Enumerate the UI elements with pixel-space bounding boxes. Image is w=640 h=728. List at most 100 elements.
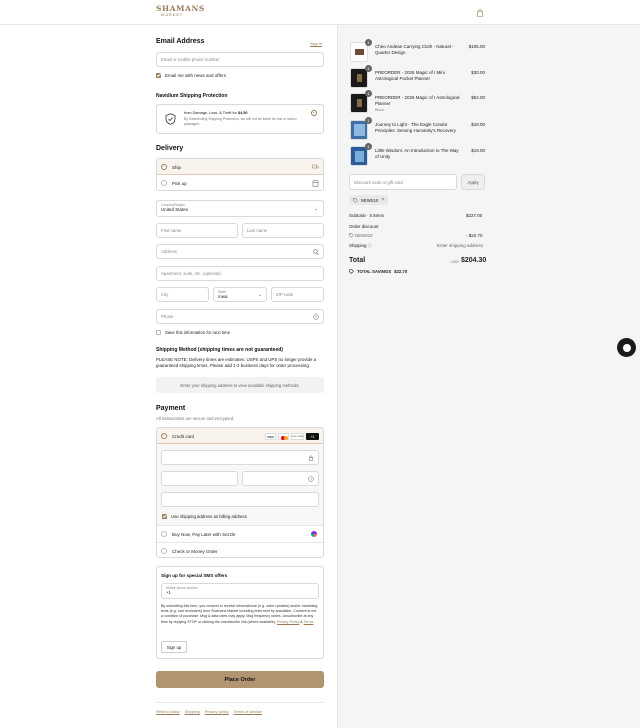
pickup-radio[interactable] bbox=[161, 180, 167, 186]
check-radio[interactable] bbox=[161, 548, 167, 554]
help-icon[interactable]: ⓘ bbox=[368, 243, 372, 248]
sms-signup-button[interactable]: Sign up bbox=[161, 641, 187, 653]
ship-option[interactable]: Ship bbox=[157, 159, 323, 175]
remove-discount-icon[interactable]: × bbox=[381, 197, 384, 203]
terms-of-service-link[interactable]: Terms of service bbox=[234, 709, 262, 714]
expiration-field[interactable] bbox=[161, 471, 238, 486]
state-value: Iowa bbox=[218, 294, 228, 299]
order-discount-label: Order discount bbox=[349, 224, 379, 229]
applied-code: NEWS10 bbox=[361, 197, 379, 203]
product-image bbox=[355, 151, 364, 162]
billing-checkbox[interactable] bbox=[162, 514, 167, 519]
terms-link[interactable]: Terms bbox=[304, 620, 314, 624]
cart-item: 1 Little Wisdom: An Introduction to The … bbox=[350, 143, 485, 168]
cart-item: 1 PREORDER - 2026 Magic of I Mini Astrol… bbox=[350, 65, 485, 90]
shamans-market-logo[interactable]: SHAMANS MARKET bbox=[156, 5, 204, 17]
item-price: $19.00 bbox=[471, 148, 485, 153]
discount-code-input[interactable]: Discount code or gift card bbox=[349, 174, 457, 190]
store-icon bbox=[312, 180, 319, 187]
sms-consent: By submitting this form, you consent to … bbox=[161, 604, 319, 625]
chat-widget-icon[interactable] bbox=[617, 338, 636, 357]
refund-policy-link[interactable]: Refund policy bbox=[156, 709, 180, 714]
city-placeholder: City bbox=[161, 292, 169, 297]
phone-placeholder: Phone bbox=[161, 314, 174, 319]
logo-subtext: MARKET bbox=[160, 12, 184, 17]
shipping-method-title: Shipping Method (shipping times are not … bbox=[156, 347, 283, 353]
product-image bbox=[354, 124, 365, 136]
signin-link[interactable]: Sign in bbox=[310, 41, 322, 46]
shipping-label-text: Shipping bbox=[349, 243, 367, 248]
sms-title: Sign up for special SMS offers bbox=[161, 573, 228, 578]
total-label: Total bbox=[349, 257, 366, 264]
address-placeholder: Address bbox=[161, 249, 177, 254]
security-code-field[interactable]: ? bbox=[242, 471, 319, 486]
credit-card-radio[interactable] bbox=[161, 433, 167, 439]
discount-code: NEWS10 bbox=[355, 233, 373, 238]
save-info-checkbox[interactable] bbox=[156, 330, 161, 335]
total-value: $204.30 bbox=[461, 257, 487, 264]
lock-icon bbox=[308, 455, 314, 461]
search-icon bbox=[313, 249, 319, 255]
city-field[interactable]: City bbox=[156, 287, 209, 302]
privacy-policy-footer-link[interactable]: Privacy policy bbox=[205, 709, 229, 714]
protection-toggle[interactable] bbox=[311, 110, 317, 116]
help-icon[interactable]: ? bbox=[308, 476, 314, 482]
check-label: Check or Money Order bbox=[172, 549, 218, 554]
discount-placeholder: Discount code or gift card bbox=[354, 179, 403, 185]
sezzle-radio[interactable] bbox=[161, 531, 167, 537]
shopping-bag-icon[interactable] bbox=[476, 9, 484, 17]
card-number-field[interactable] bbox=[161, 450, 319, 465]
privacy-policy-link[interactable]: Privacy Policy bbox=[277, 620, 299, 624]
item-variant: Black bbox=[375, 108, 385, 113]
state-select[interactable]: State Iowa ⌄ bbox=[213, 287, 267, 302]
last-name-field[interactable]: Last name bbox=[242, 223, 324, 238]
shipping-link[interactable]: Shipping bbox=[185, 709, 200, 714]
item-price: $52.00 bbox=[471, 95, 485, 100]
item-name: Little Wisdom: An Introduction to The Wa… bbox=[375, 148, 459, 160]
email-field[interactable]: Email or mobile phone number bbox=[156, 52, 324, 67]
quantity-badge: 1 bbox=[365, 39, 372, 46]
sms-phone-field[interactable]: Mobile phone number +1 bbox=[161, 583, 319, 599]
address-field[interactable]: Address bbox=[156, 244, 324, 259]
shipping-value: Enter shipping address bbox=[437, 243, 484, 248]
card-form: ? Use shipping address as billing addres… bbox=[157, 444, 323, 525]
total-savings: TOTAL SAVINGS $22.70 bbox=[349, 269, 407, 274]
item-name: Journey to Light - The Eagle Condor Prin… bbox=[375, 122, 456, 134]
item-price: $30.00 bbox=[471, 70, 485, 75]
place-order-button[interactable]: Place Order bbox=[156, 671, 324, 688]
contact-title: Email Address bbox=[156, 38, 205, 45]
apartment-field[interactable]: Apartment, suite, etc. (optional) bbox=[156, 266, 324, 281]
mastercard-orange-circle bbox=[283, 435, 288, 440]
header: SHAMANS MARKET bbox=[0, 0, 640, 25]
first-name-field[interactable]: First name bbox=[156, 223, 238, 238]
applied-discount-tag: NEWS10 × bbox=[349, 195, 389, 205]
country-select[interactable]: Country/Region United States ⌄ bbox=[156, 200, 324, 217]
sezzle-option[interactable]: Buy Now, Pay Later with Sezzle bbox=[157, 525, 323, 542]
shipping-notice: PLEASE NOTE: Delivery times are estimate… bbox=[156, 357, 317, 369]
help-icon[interactable]: ? bbox=[313, 314, 319, 320]
tag-icon bbox=[353, 197, 358, 203]
quantity-badge: 1 bbox=[365, 117, 372, 124]
news-checkbox[interactable] bbox=[156, 73, 161, 78]
ship-radio[interactable] bbox=[161, 164, 167, 170]
protection-box: from Damage, Loss, & Theft for $4.50 By … bbox=[156, 104, 324, 134]
sezzle-icon bbox=[311, 531, 317, 537]
apply-button[interactable]: Apply bbox=[461, 174, 485, 190]
savings-label: TOTAL SAVINGS bbox=[357, 269, 392, 274]
pickup-option[interactable]: Pick up bbox=[157, 175, 323, 190]
protection-line-prefix: from Damage, Loss, & Theft for bbox=[184, 111, 238, 115]
product-image bbox=[355, 49, 364, 55]
protection-title: Navidium Shipping Protection bbox=[156, 93, 228, 99]
protection-line: from Damage, Loss, & Theft for $4.50 bbox=[184, 111, 247, 115]
name-on-card-field[interactable] bbox=[161, 492, 319, 507]
cart-item: 1 Cheo Andean Carrying Cloth - Natural -… bbox=[350, 39, 485, 64]
phone-field[interactable]: Phone ? bbox=[156, 309, 324, 324]
tag-icon bbox=[349, 233, 354, 239]
zip-field[interactable]: ZIP code bbox=[271, 287, 324, 302]
protection-note: By Deselecting Shipping Protection, we w… bbox=[184, 117, 297, 126]
cart-item: 1 PREORDER - 2026 Magic of I Astrologica… bbox=[350, 90, 485, 115]
footer-links: Refund policy Shipping Privacy policy Te… bbox=[156, 709, 262, 714]
protection-price: $4.50 bbox=[237, 111, 248, 115]
check-option[interactable]: Check or Money Order bbox=[157, 542, 323, 557]
credit-card-option[interactable]: Credit card VISA DISCOVER +3 bbox=[157, 428, 323, 444]
